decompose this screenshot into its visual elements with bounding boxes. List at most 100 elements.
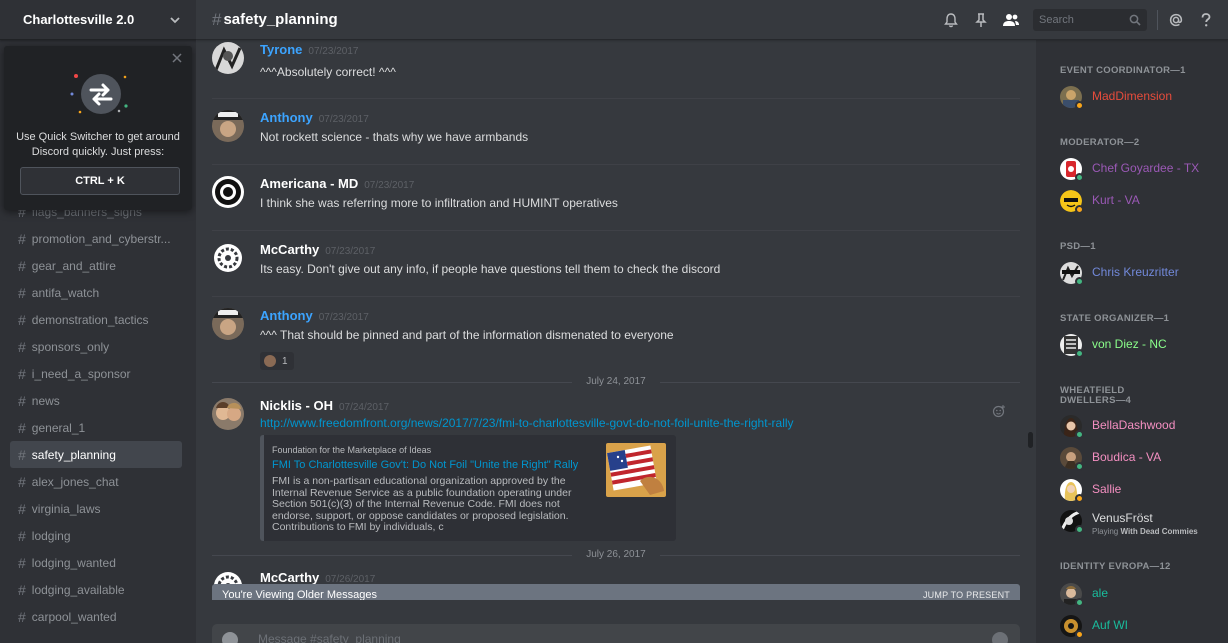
status-indicator	[1075, 630, 1084, 639]
quick-switcher-shortcut: CTRL + K	[20, 167, 180, 195]
avatar[interactable]	[212, 308, 244, 340]
member-item[interactable]: MadDimension	[1060, 86, 1220, 112]
jump-to-present-button[interactable]: JUMP TO PRESENT	[923, 590, 1010, 600]
avatar[interactable]	[212, 42, 244, 74]
channel-item[interactable]: # virginia_laws	[10, 495, 182, 522]
channel-label: lodging	[31, 528, 71, 543]
channel-item[interactable]: # lodging	[10, 522, 182, 549]
embed-thumbnail[interactable]	[606, 443, 666, 497]
quick-switcher-icon	[70, 74, 128, 114]
search-icon	[1129, 14, 1141, 26]
help-icon	[1201, 13, 1211, 27]
older-messages-label: You're Viewing Older Messages	[222, 589, 377, 600]
member-item[interactable]: VenusFröst Playing With Dead Commies	[1060, 510, 1220, 540]
members-icon	[1003, 14, 1019, 26]
channel-item[interactable]: # promotion_and_cyberstr...	[10, 225, 182, 252]
activity-prefix: Playing	[1092, 527, 1121, 536]
reaction-count: 1	[282, 355, 288, 367]
member-item[interactable]: ale	[1060, 583, 1220, 609]
message-header: Anthony 07/23/2017	[260, 308, 369, 323]
message-list[interactable]: Tyrone 07/23/2017 ^^^Absolutely correct! …	[196, 40, 1036, 600]
channel-label: lodging_available	[31, 582, 125, 597]
member-item[interactable]: von Diez - NC	[1060, 334, 1220, 360]
hash-icon: #	[18, 338, 26, 355]
notification-bell-button[interactable]	[939, 8, 963, 32]
avatar[interactable]	[212, 398, 244, 430]
role-header: IDENTITY EVROPA—12	[1060, 561, 1171, 572]
help-button[interactable]	[1194, 8, 1218, 32]
emoji-picker-icon[interactable]	[992, 632, 1008, 643]
avatar[interactable]	[212, 110, 244, 142]
channel-label: carpool_wanted	[31, 609, 117, 624]
message-header: Anthony 07/23/2017	[260, 110, 369, 125]
channel-label: i_need_a_sponsor	[31, 366, 131, 381]
channel-item[interactable]: # general_1	[10, 414, 182, 441]
channel-item[interactable]: # lodging_available	[10, 576, 182, 603]
avatar[interactable]	[212, 242, 244, 274]
channel-item-active[interactable]: # safety_planning	[10, 441, 182, 468]
author-name[interactable]: Nicklis - OH	[260, 398, 333, 413]
search-placeholder: Search	[1039, 14, 1074, 26]
channel-item[interactable]: # alex_jones_chat	[10, 468, 182, 495]
message-link[interactable]: http://www.freedomfront.org/news/2017/7/…	[260, 416, 794, 430]
embed-description: FMI is a non-partisan educational organi…	[272, 475, 572, 533]
channel-label: lodging_wanted	[31, 555, 116, 570]
date-divider: July 26, 2017	[212, 549, 1020, 561]
channel-item[interactable]: # news	[10, 387, 182, 414]
member-list-toggle[interactable]	[999, 8, 1023, 32]
timestamp: 07/23/2017	[318, 114, 369, 125]
status-indicator	[1075, 462, 1084, 471]
message-input[interactable]	[258, 632, 858, 643]
mentions-button[interactable]	[1164, 8, 1188, 32]
quick-switcher-description: Use Quick Switcher to get around Discord…	[16, 131, 180, 158]
search-input[interactable]: Search	[1033, 9, 1147, 31]
channel-item[interactable]: # i_need_a_sponsor	[10, 360, 182, 387]
member-item[interactable]: BellaDashwood	[1060, 415, 1220, 441]
pinned-messages-button[interactable]	[969, 8, 993, 32]
divider-line	[660, 382, 1020, 383]
member-item[interactable]: Sallie	[1060, 479, 1220, 505]
message-divider	[212, 98, 1020, 99]
author-name[interactable]: Americana - MD	[260, 176, 358, 191]
date-divider: July 24, 2017	[212, 376, 1020, 388]
member-name: Sallie	[1092, 482, 1122, 496]
member-name: ale	[1092, 586, 1109, 600]
upload-plus-icon[interactable]	[222, 632, 238, 643]
member-item[interactable]: Chef Goyardee - TX	[1060, 158, 1220, 184]
embed-title-link[interactable]: FMI To Charlottesville Gov't: Do Not Foi…	[272, 459, 578, 471]
guild-header[interactable]: Charlottesville 2.0	[0, 0, 196, 40]
status-indicator	[1075, 349, 1084, 358]
author-name[interactable]: McCarthy	[260, 242, 319, 257]
member-item[interactable]: Auf WI	[1060, 615, 1220, 641]
member-item[interactable]: Kurt - VA	[1060, 190, 1220, 216]
author-name[interactable]: McCarthy	[260, 570, 319, 585]
reaction-pill[interactable]: 1	[260, 352, 294, 370]
message-divider	[212, 230, 1020, 231]
channel-item[interactable]: # carpool_wanted	[10, 603, 182, 630]
add-reaction-icon[interactable]	[992, 404, 1006, 418]
close-icon[interactable]	[171, 52, 183, 64]
message-header: Americana - MD 07/23/2017	[260, 176, 414, 191]
divider-line	[660, 555, 1020, 556]
message-scrollbar[interactable]	[1026, 40, 1034, 600]
channel-item[interactable]: # gear_and_attire	[10, 252, 182, 279]
channel-item[interactable]: # demonstration_tactics	[10, 306, 182, 333]
message-header: Tyrone 07/23/2017	[260, 42, 358, 57]
message-header: Nicklis - OH 07/24/2017	[260, 398, 389, 413]
author-name[interactable]: Tyrone	[260, 42, 302, 57]
header-toolbar: Search	[933, 8, 1218, 32]
bell-icon	[944, 13, 958, 28]
message-divider	[212, 164, 1020, 165]
hash-icon: #	[18, 257, 26, 274]
scrollbar-thumb[interactable]	[1028, 432, 1033, 448]
channel-item[interactable]: # lodging_wanted	[10, 549, 182, 576]
avatar[interactable]	[212, 176, 244, 208]
role-header: WHEATFIELD DWELLERS—4	[1060, 385, 1132, 406]
reaction-emoji-icon	[264, 355, 276, 367]
channel-item[interactable]: # antifa_watch	[10, 279, 182, 306]
author-name[interactable]: Anthony	[260, 308, 313, 323]
member-item[interactable]: Boudica - VA	[1060, 447, 1220, 473]
member-item[interactable]: Chris Kreuzritter	[1060, 262, 1220, 288]
channel-item[interactable]: # sponsors_only	[10, 333, 182, 360]
author-name[interactable]: Anthony	[260, 110, 313, 125]
